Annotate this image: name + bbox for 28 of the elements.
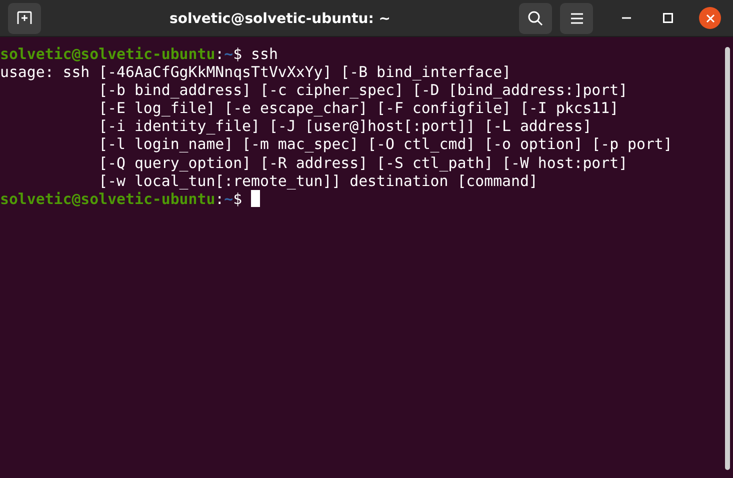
minimize-icon (622, 17, 630, 19)
output-line: [-E log_file] [-e escape_char] [-F configfile] [-I pkcs11] (98, 99, 619, 118)
output-line: [-b bind_address] [-c cipher_spec] [-D [bind_address:]port] (98, 81, 628, 100)
new-tab-icon (16, 11, 32, 25)
output-line: [-w local_tun[:remote_tun]] destination [command] (98, 172, 538, 190)
prompt-user: solvetic@solvetic-ubuntu (0, 190, 216, 208)
output-line: usage: ssh [-46AaCfGgKkMNnqsTtVvXxYy] [-B bind_interface] (0, 63, 512, 82)
scrollbar[interactable] (725, 47, 730, 470)
prompt-path: ~ (224, 45, 234, 64)
output-line: [-l login_name] [-m mac_spec] [-O ctl_cmd] [-o option] [-p port] (98, 135, 672, 154)
search-icon (528, 10, 543, 26)
prompt-separator: : (215, 190, 224, 208)
prompt-user: solvetic@solvetic-ubuntu (0, 45, 216, 64)
window-title: solvetic@solvetic-ubuntu: ~ (170, 11, 390, 27)
prompt-symbol: $ (233, 45, 242, 64)
close-button[interactable] (699, 7, 721, 29)
close-icon (706, 14, 714, 22)
menu-icon (570, 12, 582, 24)
output-line: [-Q query_option] [-R address] [-S ctl_path] [-W host:port] (98, 154, 628, 172)
search-button[interactable] (519, 2, 552, 34)
output-line: [-i identity_file] [-J [user@]host[:port]] [-L address] (98, 117, 592, 136)
prompt-path: ~ (224, 190, 234, 208)
prompt-symbol: $ (233, 190, 242, 208)
new-tab-button[interactable] (8, 2, 41, 34)
prompt-separator: : (215, 45, 224, 64)
maximize-icon (663, 13, 673, 23)
menu-button[interactable] (560, 2, 593, 34)
command-text: ssh (251, 45, 278, 64)
